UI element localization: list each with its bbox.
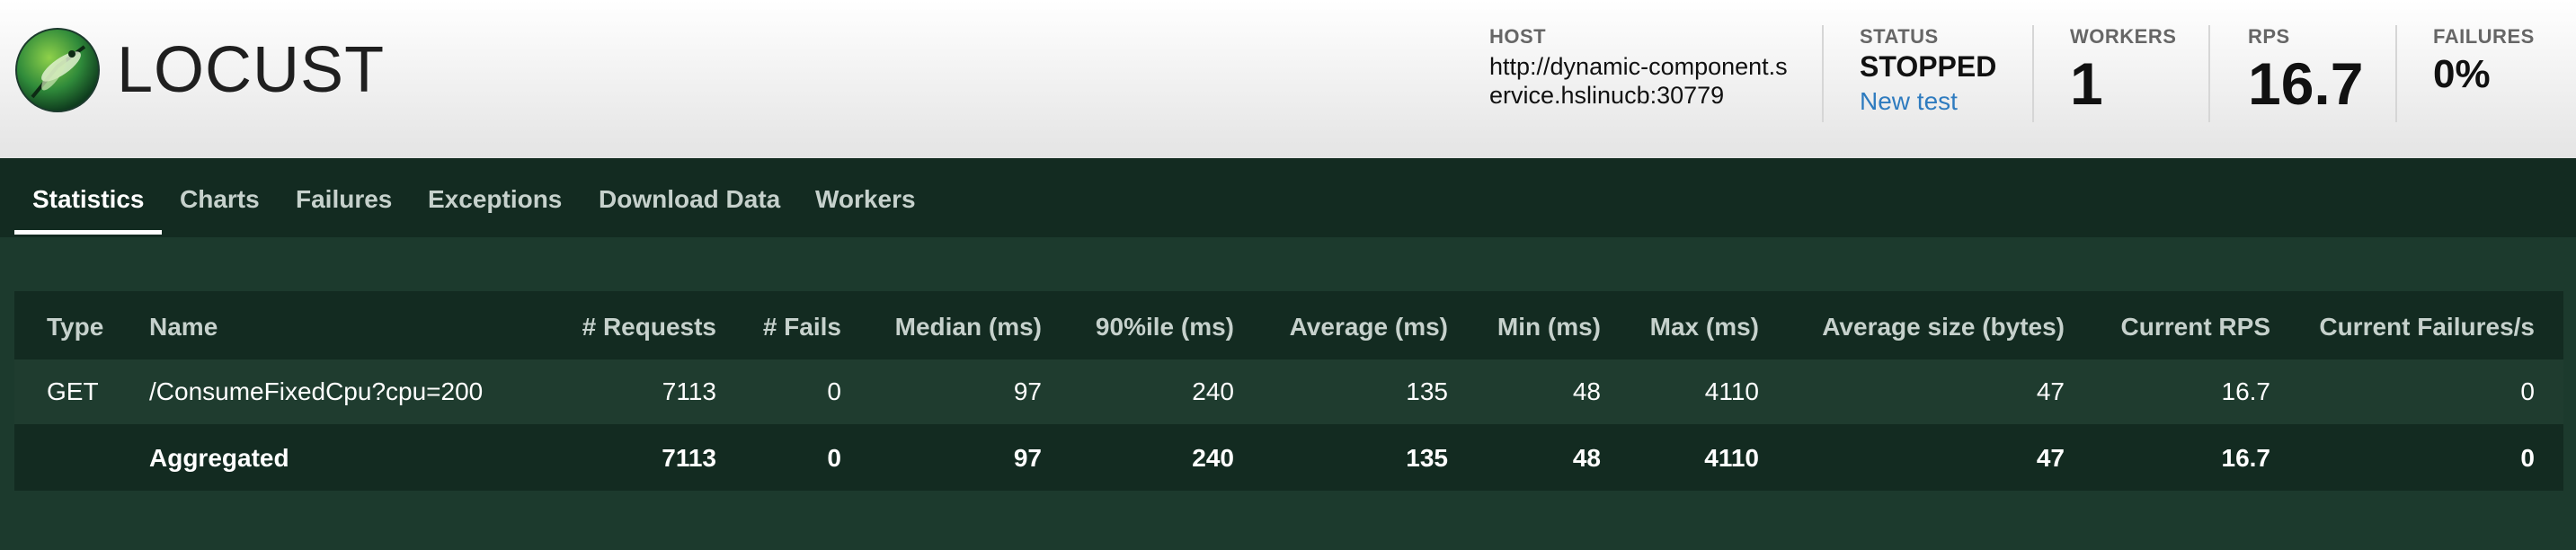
cell-requests: 7113 xyxy=(662,377,716,405)
status-label: STATUS xyxy=(1860,25,1939,48)
cell-90ile: 240 xyxy=(1192,377,1234,405)
header-divider xyxy=(2208,25,2210,122)
cell-min: 48 xyxy=(1572,377,1601,405)
top-header: LOCUST HOST http://dynamic-component.ser… xyxy=(0,0,2576,158)
cell-current-failures: 0 xyxy=(2520,444,2535,472)
workers-stat: WORKERS 1 xyxy=(2070,25,2176,113)
cell-average: 135 xyxy=(1406,444,1448,472)
cell-type: GET xyxy=(47,377,99,405)
cell-current-rps: 16.7 xyxy=(2221,377,2271,405)
locust-logo-icon xyxy=(15,28,100,112)
failures-value: 0% xyxy=(2433,52,2491,96)
cell-avg-size: 47 xyxy=(2036,377,2065,405)
column-header[interactable]: # Fails xyxy=(763,295,841,359)
logo-text: LOCUST xyxy=(117,34,386,106)
column-header[interactable]: # Requests xyxy=(582,295,716,359)
header-divider xyxy=(2395,25,2397,122)
workers-value: 1 xyxy=(2070,50,2103,117)
column-header[interactable]: Max (ms) xyxy=(1650,295,1759,359)
header-divider xyxy=(2032,25,2034,122)
cell-fails: 0 xyxy=(827,377,841,405)
column-header[interactable]: Type xyxy=(47,295,103,359)
cell-current-failures: 0 xyxy=(2520,377,2535,405)
cell-fails: 0 xyxy=(827,444,841,472)
aggregated-row: Aggregated 7113 0 97 240 135 48 4110 47 … xyxy=(14,426,2563,491)
locust-logo[interactable]: LOCUST xyxy=(14,27,385,113)
cell-avg-size: 47 xyxy=(2036,444,2065,472)
cell-name: /ConsumeFixedCpu?cpu=200 xyxy=(149,377,484,405)
cell-max: 4110 xyxy=(1704,377,1759,405)
cell-min: 48 xyxy=(1572,444,1601,472)
workers-label: WORKERS xyxy=(2070,25,2177,48)
rps-value: 16.7 xyxy=(2248,50,2364,117)
cell-max: 4110 xyxy=(1704,444,1759,472)
status-stat: STATUS STOPPED New test xyxy=(1860,25,1996,116)
rps-label: RPS xyxy=(2248,25,2290,48)
cell-average: 135 xyxy=(1406,377,1448,405)
column-header[interactable]: Name xyxy=(149,295,218,359)
table-header-row: Type Name # Requests # Fails Median (ms)… xyxy=(14,295,2563,359)
column-header[interactable]: Average size (bytes) xyxy=(1822,295,2065,359)
tab-download-data[interactable]: Download Data xyxy=(599,185,780,214)
tab-charts[interactable]: Charts xyxy=(180,185,260,214)
cell-90ile: 240 xyxy=(1192,444,1234,472)
column-header[interactable]: 90%ile (ms) xyxy=(1096,295,1234,359)
cell-requests: 7113 xyxy=(662,444,716,472)
host-label: HOST xyxy=(1489,25,1547,48)
cell-current-rps: 16.7 xyxy=(2221,444,2271,472)
column-header[interactable]: Current Failures/s xyxy=(2319,295,2535,359)
failures-label: FAILURES xyxy=(2433,25,2535,48)
new-test-link[interactable]: New test xyxy=(1860,87,1996,116)
column-header[interactable]: Median (ms) xyxy=(895,295,1042,359)
cell-name: Aggregated xyxy=(149,444,289,472)
host-stat: HOST http://dynamic-component.service.hs… xyxy=(1489,25,1795,110)
column-header[interactable]: Current RPS xyxy=(2121,295,2270,359)
failures-stat: FAILURES 0% xyxy=(2433,25,2535,97)
header-divider xyxy=(1822,25,1824,122)
status-value: STOPPED xyxy=(1860,50,1997,83)
tab-statistics[interactable]: Statistics xyxy=(32,185,145,214)
cell-median: 97 xyxy=(1013,377,1042,405)
tab-bar: Statistics Charts Failures Exceptions Do… xyxy=(0,158,2576,237)
table-row: GET /ConsumeFixedCpu?cpu=200 7113 0 97 2… xyxy=(14,359,2563,424)
rps-stat: RPS 16.7 xyxy=(2248,25,2363,113)
active-tab-indicator xyxy=(14,230,162,235)
cell-median: 97 xyxy=(1013,444,1042,472)
tab-exceptions[interactable]: Exceptions xyxy=(428,185,562,214)
tab-failures[interactable]: Failures xyxy=(296,185,392,214)
column-header[interactable]: Min (ms) xyxy=(1497,295,1601,359)
column-header[interactable]: Average (ms) xyxy=(1290,295,1448,359)
tab-workers[interactable]: Workers xyxy=(815,185,916,214)
host-value: http://dynamic-component.service.hslinuc… xyxy=(1489,53,1788,109)
